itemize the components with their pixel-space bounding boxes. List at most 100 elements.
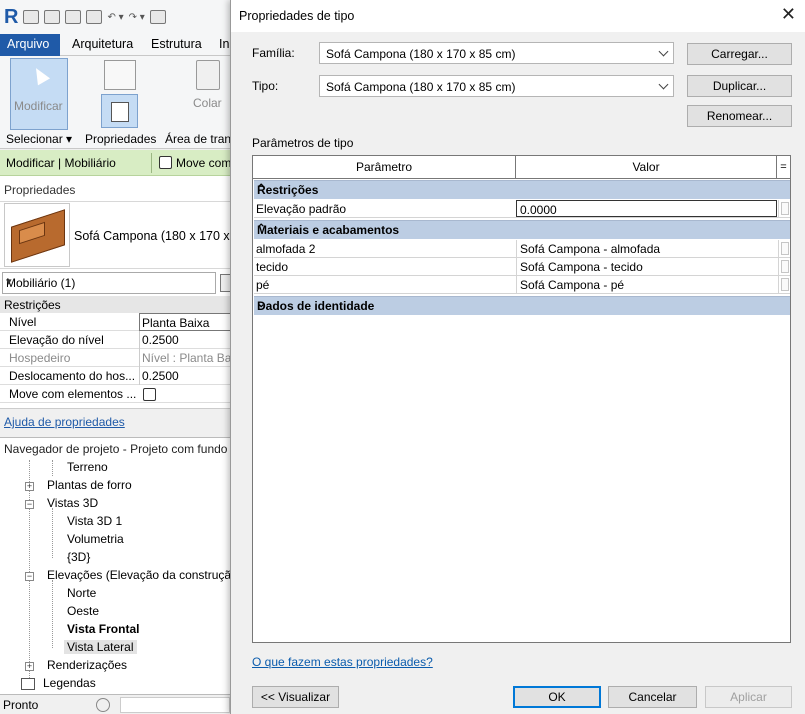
expand-icon[interactable]: ⌄ — [257, 299, 786, 310]
instance-filter-dropdown[interactable]: Mobiliário (1) ▾ — [2, 272, 216, 294]
tree-item[interactable]: Legendas — [43, 676, 96, 690]
property-row[interactable]: Move com elementos ... — [0, 385, 232, 403]
col-valor[interactable]: Valor — [516, 156, 777, 178]
grid-header: Parâmetro Valor = — [253, 156, 790, 179]
tab-insert[interactable]: In — [219, 37, 229, 51]
tipo-dropdown[interactable]: Sofá Campona (180 x 170 x 85 cm) — [319, 75, 674, 97]
status-field — [120, 697, 230, 713]
param-formula-cell[interactable] — [778, 258, 790, 276]
status-text: Pronto — [3, 698, 39, 712]
tree-item-active[interactable]: Vista Frontal — [67, 622, 139, 636]
tree-item[interactable]: Oeste — [67, 604, 99, 618]
aplicar-button[interactable]: Aplicar — [705, 686, 792, 708]
group-dados-identidade[interactable]: Dados de identidade ⌄ — [254, 296, 790, 315]
tree-line — [52, 580, 53, 648]
properties-palette: Propriedades Sofá Campona (180 x 170 x 8… — [0, 176, 232, 436]
formula-button-icon — [781, 202, 789, 215]
tree-item[interactable]: Volumetria — [67, 532, 124, 546]
formula-button-icon — [781, 278, 789, 291]
property-value[interactable]: Planta Baixa — [139, 313, 232, 331]
property-row[interactable]: Nível Planta Baixa — [0, 313, 232, 331]
property-row[interactable]: Deslocamento do hos... 0.2500 — [0, 367, 232, 385]
param-row[interactable]: almofada 2 Sofá Campona - almofada — [254, 240, 790, 258]
properties-help-link[interactable]: O que fazem estas propriedades? — [252, 655, 433, 669]
param-value[interactable]: Sofá Campona - almofada — [516, 240, 778, 258]
open-file-icon[interactable] — [23, 10, 40, 24]
duplicar-button[interactable]: Duplicar... — [687, 75, 792, 97]
type-properties-icon[interactable] — [104, 60, 136, 90]
worksharing-icon[interactable] — [96, 698, 110, 712]
sync-icon[interactable] — [86, 10, 103, 24]
tree-item[interactable]: Plantas de forro — [47, 478, 132, 492]
tree-item[interactable]: Norte — [67, 586, 96, 600]
close-icon[interactable]: ✕ — [781, 4, 796, 25]
collapse-icon[interactable]: ⌃ — [257, 223, 786, 234]
param-value[interactable]: Sofá Campona - tecido — [516, 258, 778, 276]
tree-item[interactable]: Vista 3D 1 — [67, 514, 122, 528]
group-materiais[interactable]: Materiais e acabamentos ⌃ — [254, 220, 790, 239]
property-row[interactable]: Elevação do nível 0.2500 — [0, 331, 232, 349]
tab-arquivo[interactable]: Arquivo — [0, 34, 60, 56]
cancelar-button[interactable]: Cancelar — [608, 686, 697, 708]
print-icon[interactable] — [149, 10, 166, 24]
properties-help-bar: Ajuda de propriedades — [0, 408, 232, 436]
save-icon[interactable] — [65, 10, 82, 24]
tree-item[interactable]: Renderizações — [47, 658, 127, 672]
param-name: almofada 2 — [256, 242, 316, 256]
tree-item[interactable]: Elevações (Elevação da construção — [47, 568, 232, 582]
collapse-icon[interactable]: − — [25, 572, 34, 581]
param-formula-cell[interactable] — [778, 200, 790, 218]
redo-icon[interactable]: ↷ ▾ — [129, 12, 145, 23]
tipo-label: Tipo: — [252, 79, 279, 93]
visualizar-button[interactable]: << Visualizar — [252, 686, 339, 708]
tree-item[interactable]: {3D} — [67, 550, 90, 564]
property-key: Deslocamento do hos... — [9, 369, 136, 383]
tree-item-selected[interactable]: Vista Lateral — [64, 640, 137, 654]
group-restricoes[interactable]: Restrições ⌃ — [254, 180, 790, 199]
folder-icon[interactable] — [44, 10, 61, 24]
param-value[interactable]: Sofá Campona - pé — [516, 276, 778, 294]
chevron-down-icon — [658, 46, 669, 57]
renomear-button[interactable]: Renomear... — [687, 105, 792, 127]
familia-dropdown[interactable]: Sofá Campona (180 x 170 x 85 cm) — [319, 42, 674, 64]
tree-item[interactable]: Terreno — [67, 460, 108, 474]
collapse-icon[interactable]: ⌃ — [257, 183, 786, 194]
properties-category[interactable]: Restrições — [0, 296, 232, 313]
type-properties-dialog: Propriedades de tipo ✕ Família: Sofá Cam… — [230, 0, 805, 714]
param-row[interactable]: Elevação padrão 0.0000 — [254, 200, 790, 218]
tree-item[interactable]: Vistas 3D — [47, 496, 98, 510]
property-value: Nível : Planta Bai — [139, 349, 232, 367]
param-value-input[interactable]: 0.0000 — [516, 200, 777, 217]
context-divider — [151, 153, 152, 173]
expand-icon[interactable]: + — [25, 662, 34, 671]
param-row[interactable]: pé Sofá Campona - pé — [254, 276, 790, 294]
type-selector[interactable]: Sofá Campona (180 x 170 x 85 — [0, 201, 232, 269]
ribbon-tabs: Arquivo Arquitetura Estrutura In — [0, 34, 232, 56]
move-com-checkbox[interactable] — [159, 156, 172, 169]
property-key: Nível — [9, 315, 37, 329]
expand-icon[interactable]: + — [25, 482, 34, 491]
property-value[interactable]: 0.2500 — [139, 367, 232, 385]
selecionar-dropdown[interactable]: Selecionar ▾ — [6, 132, 72, 146]
undo-icon[interactable]: ↶ ▾ — [107, 12, 123, 23]
move-with-checkbox[interactable] — [143, 388, 156, 401]
carregar-button[interactable]: Carregar... — [687, 43, 792, 65]
param-formula-cell[interactable] — [778, 240, 790, 258]
col-formula[interactable]: = — [777, 156, 790, 178]
properties-help-link[interactable]: Ajuda de propriedades — [4, 415, 125, 429]
revit-logo[interactable]: R — [4, 6, 18, 29]
col-parametro[interactable]: Parâmetro — [253, 156, 516, 178]
tree-line — [52, 508, 53, 558]
ok-button[interactable]: OK — [513, 686, 601, 708]
param-formula-cell[interactable] — [778, 276, 790, 294]
property-value[interactable]: 0.2500 — [139, 331, 232, 349]
familia-value: Sofá Campona (180 x 170 x 85 cm) — [326, 47, 516, 61]
clipboard-icon[interactable] — [196, 60, 220, 90]
modificar-button[interactable]: Modificar — [10, 58, 68, 130]
properties-button[interactable] — [101, 94, 138, 128]
collapse-icon[interactable]: − — [25, 500, 34, 509]
tipo-value: Sofá Campona (180 x 170 x 85 cm) — [326, 80, 516, 94]
param-row[interactable]: tecido Sofá Campona - tecido — [254, 258, 790, 276]
tab-estrutura[interactable]: Estrutura — [151, 37, 202, 51]
tab-arquitetura[interactable]: Arquitetura — [72, 37, 133, 51]
